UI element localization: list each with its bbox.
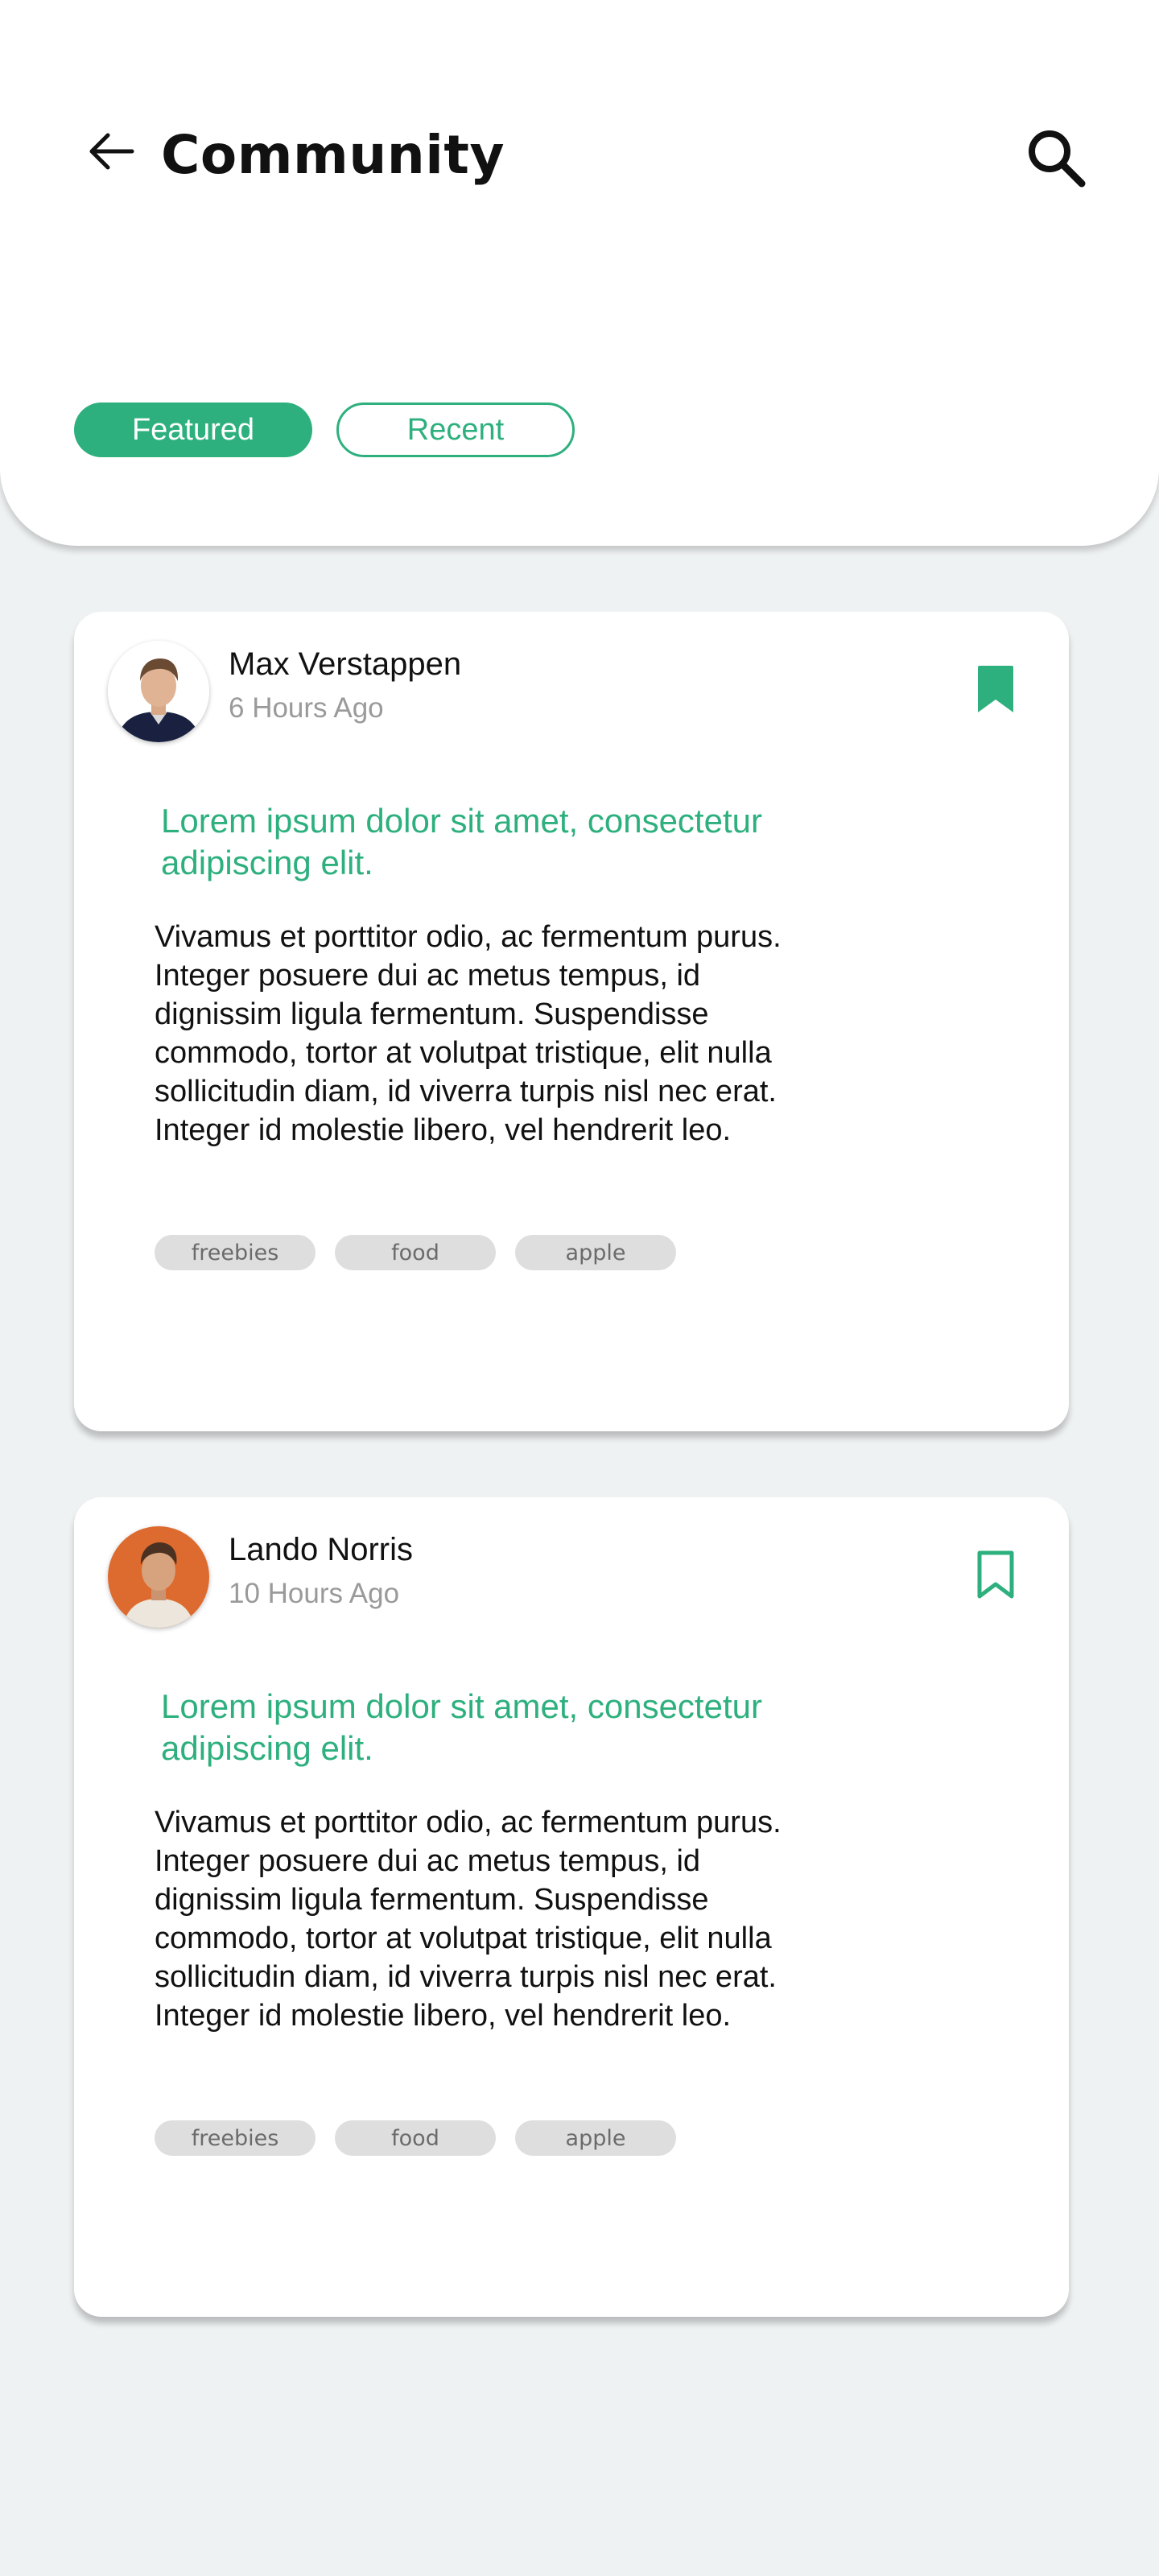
post-body: Vivamus et porttitor odio, ac fermentum … [155, 1806, 782, 2033]
tag-chip[interactable]: freebies [155, 2120, 316, 2156]
arrow-left-icon [89, 133, 134, 170]
tag-chip[interactable]: freebies [155, 1235, 316, 1270]
tag-list: freebies food apple [155, 1235, 676, 1270]
back-button[interactable] [80, 121, 142, 182]
post-card[interactable]: Max Verstappen 6 Hours Ago Lorem ipsum d… [74, 612, 1069, 1431]
post-headline[interactable]: Lorem ipsum dolor sit amet, consectetur … [161, 800, 885, 884]
tag-chip[interactable]: apple [515, 2120, 676, 2156]
tab-featured[interactable]: Featured [74, 402, 312, 457]
author-name[interactable]: Max Verstappen [229, 644, 461, 684]
search-button[interactable] [1021, 122, 1091, 193]
avatar[interactable] [108, 1526, 209, 1628]
avatar[interactable] [108, 641, 209, 742]
post-timestamp: 6 Hours Ago [229, 692, 384, 724]
search-icon [1029, 130, 1086, 188]
bookmark-filled-icon [978, 666, 1013, 712]
tab-bar: Featured Recent [74, 402, 575, 457]
bookmark-button[interactable] [967, 657, 1024, 721]
post-card[interactable]: Lando Norris 10 Hours Ago Lorem ipsum do… [74, 1497, 1069, 2317]
tag-chip[interactable]: food [335, 1235, 496, 1270]
author-name[interactable]: Lando Norris [229, 1530, 413, 1570]
app-header: Community Featured Recent [0, 0, 1159, 546]
tag-chip[interactable]: apple [515, 1235, 676, 1270]
page-title: Community [161, 124, 505, 186]
tab-recent[interactable]: Recent [336, 402, 575, 457]
post-headline[interactable]: Lorem ipsum dolor sit amet, consectetur … [161, 1686, 885, 1769]
post-timestamp: 10 Hours Ago [229, 1578, 400, 1609]
bookmark-outline-icon [977, 1550, 1014, 1599]
post-body: Vivamus et porttitor odio, ac fermentum … [155, 920, 782, 1147]
tag-list: freebies food apple [155, 2120, 676, 2156]
tag-chip[interactable]: food [335, 2120, 496, 2156]
bookmark-button[interactable] [967, 1542, 1024, 1607]
